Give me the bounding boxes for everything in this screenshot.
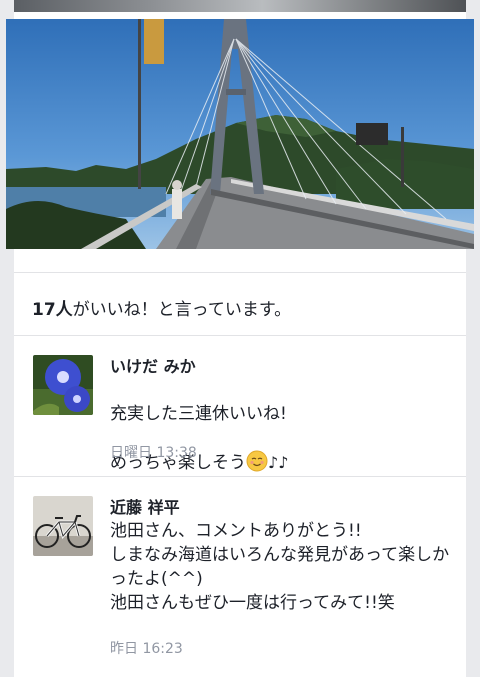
likes-count: 17人 bbox=[32, 300, 73, 320]
comment-item: 近藤 祥平 池田さん、コメントありがとう!! しまなみ海道はいろんな発見があって… bbox=[14, 478, 466, 677]
music-notes: ♪♪ bbox=[268, 453, 289, 472]
road-bicycle-photo bbox=[33, 496, 93, 556]
previous-photo-edge[interactable] bbox=[14, 0, 466, 12]
comment-timestamp[interactable]: 昨日 16:23 bbox=[110, 638, 183, 658]
avatar[interactable] bbox=[33, 355, 93, 415]
post-photo-bridge[interactable] bbox=[6, 19, 474, 249]
likes-text[interactable]: 17人がいいね！と言っています。 bbox=[32, 295, 291, 320]
morning-glory-flower-photo bbox=[33, 355, 93, 415]
bridge-photo-image bbox=[6, 19, 474, 249]
avatar[interactable] bbox=[33, 496, 93, 556]
likes-summary[interactable]: 17人がいいね！と言っています。 bbox=[14, 272, 466, 336]
likes-suffix: がいいね！と言っています。 bbox=[72, 300, 292, 320]
comment-timestamp[interactable]: 日曜日 13:38 bbox=[110, 442, 197, 462]
comment-line: 充実した三連休いいね! bbox=[110, 404, 287, 424]
relieved-face-emoji-icon bbox=[246, 450, 268, 472]
comment-author[interactable]: 近藤 祥平 bbox=[110, 494, 180, 518]
comment-author[interactable]: いけだ みか bbox=[110, 353, 196, 377]
comment-body: 池田さん、コメントありがとう!! しまなみ海道はいろんな発見があって楽しかったよ… bbox=[110, 521, 450, 613]
comment-item: いけだ みか 充実した三連休いいね! めっちゃ楽しそう ♪♪ 日曜日 13:38 bbox=[14, 337, 466, 477]
